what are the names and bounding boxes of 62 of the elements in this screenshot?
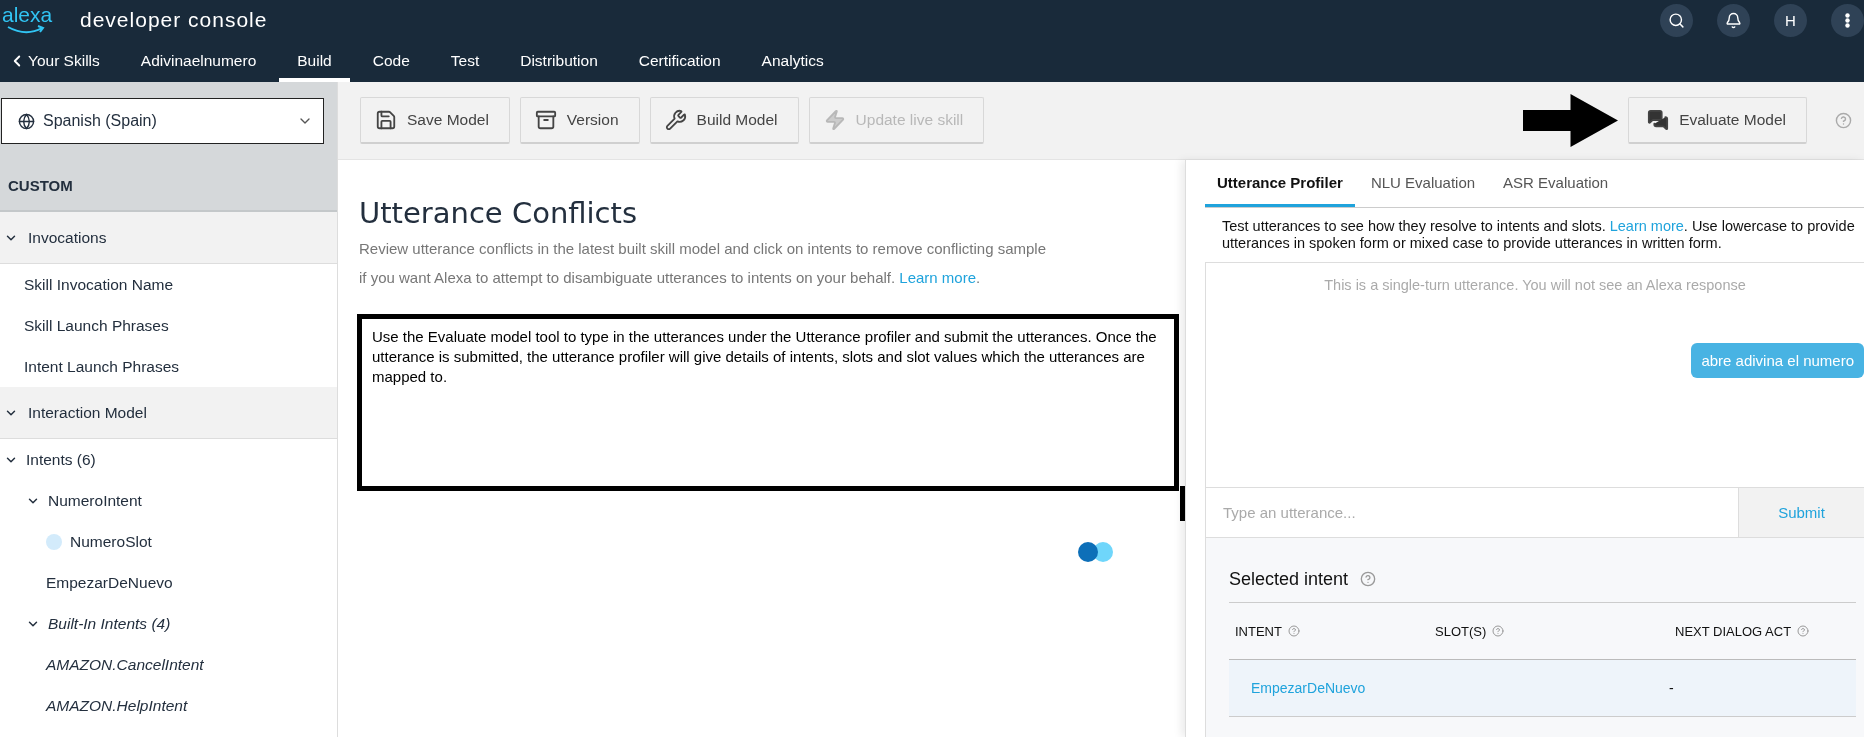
nav-tab[interactable]: Test [432,40,498,82]
help-icon[interactable] [1360,571,1377,587]
panel-tab[interactable]: Utterance Profiler [1205,160,1355,207]
toolbar-button[interactable]: Save Model [360,97,510,144]
tree-item[interactable]: Built-In Intents (4) [0,603,337,644]
column-header: INTENT [1235,623,1282,639]
archive-icon [534,109,557,131]
help-icon[interactable] [1835,112,1852,129]
column-header: SLOT(S) [1435,623,1487,639]
help-icon[interactable] [1492,625,1505,637]
utterance-bubble: abre adivina el numero [1691,343,1864,378]
panel-tab[interactable]: NLU Evaluation [1358,160,1488,207]
section-header[interactable]: Invocations [0,212,337,264]
help-icon[interactable] [1797,625,1810,637]
nav-tab[interactable]: Adivinaelnumero [122,40,275,82]
bell-button[interactable] [1717,3,1750,37]
page-title: Utterance Conflicts [359,196,638,230]
column-header: NEXT DIALOG ACT [1675,623,1792,639]
globe-icon [18,112,35,130]
toolbar-button[interactable]: Version [519,97,640,144]
lightning-icon [823,109,846,131]
section-title: Selected intent [1229,568,1349,590]
back-link[interactable]: Your Skills [8,40,118,82]
loader-icon [1077,541,1115,563]
description-text: Review utterance conflicts in the latest built skill model and click on intents to remove conflicting sample [359,239,1047,259]
annotation-box: Use the Evaluate model tool to type in the utterances under the Utterance profiler and submit the utterances. Once the utterance is submitted, the utterance profiler will give details of intents, slots and slot values which the utterances are mapped to. [357,314,1179,491]
nav-tab[interactable]: Distribution [502,40,616,82]
smile-icon [6,25,46,35]
tree-item[interactable]: Skill Invocation Name [0,264,337,305]
nav-tab[interactable]: Certification [620,40,739,82]
description-text: if you want Alexa to attempt to disambiguate utterances to intents on your behalf. Learn more. [359,268,982,288]
nav-tab[interactable]: Code [354,40,428,82]
evaluate-model-button[interactable]: Evaluate Model [1628,97,1807,144]
tree-item[interactable]: Intents (6) [0,439,337,480]
app-title: developer console [80,8,268,32]
tree-item[interactable]: AMAZON.HelpIntent [0,685,337,726]
info-text: Test utterances to see how they resolve to intents and slots. Learn more. Use lowercase to provide utterances in spoken form or mixed case to provide utterances in written form. [1222,218,1856,252]
wrench-icon [664,109,687,131]
panel-tab[interactable]: ASR Evaluation [1491,160,1621,207]
tree-item[interactable]: AMAZON.CancelIntent [0,644,337,685]
table-cell-text: - [1669,680,1675,696]
bell-icon [1725,11,1742,29]
logo-text: alexa [2,5,53,25]
notice-text: This is a single-turn utterance. You will not see an Alexa response [1324,277,1746,293]
tree-item[interactable]: NumeroIntent [0,480,337,521]
tree-item[interactable]: Skill Launch Phrases [0,305,337,346]
help-icon[interactable] [1287,625,1300,637]
nav-tab[interactable]: Analytics [743,40,842,82]
avatar-button[interactable]: H [1774,3,1807,37]
section-heading: CUSTOM [0,160,337,212]
locale-dropdown[interactable]: Spanish (Spain) [1,98,324,144]
search-button[interactable] [1660,3,1693,37]
more-icon [1845,12,1850,28]
more-button[interactable] [1831,3,1864,37]
tree-item[interactable]: EmpezarDeNuevo [0,562,337,603]
toolbar-button[interactable]: Build Model [649,97,799,144]
tree-item[interactable]: Intent Launch Phrases [0,346,337,387]
slot-dot-icon [46,533,62,550]
chat-icon [1647,109,1670,131]
search-icon [1668,11,1685,29]
tree-item[interactable]: NumeroSlot [0,521,337,562]
section-header[interactable]: Interaction Model [0,387,337,439]
